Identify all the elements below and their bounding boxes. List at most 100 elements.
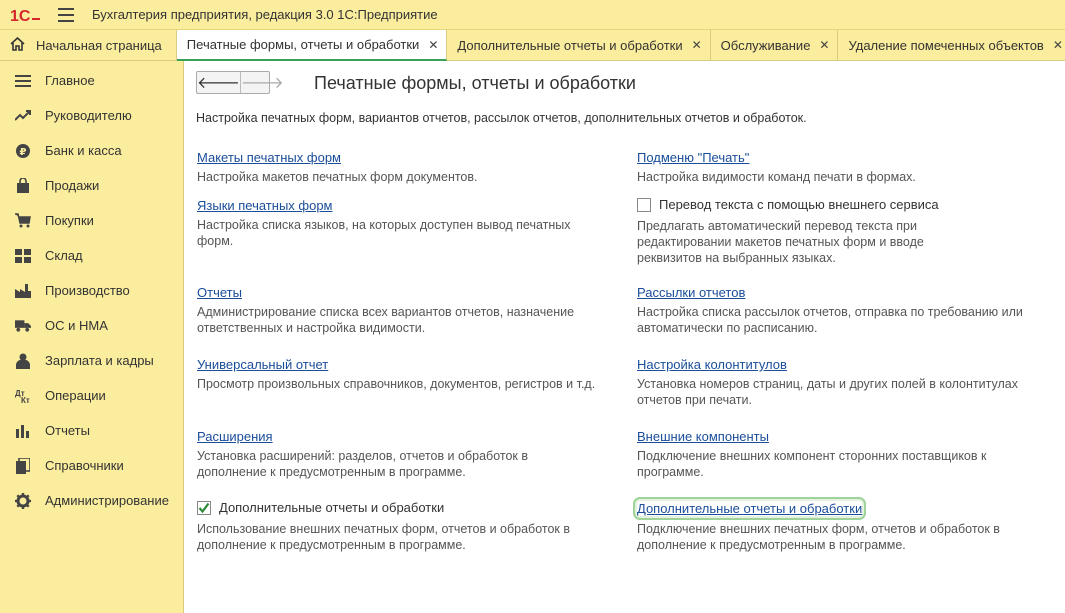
universal-report-link[interactable]: Универсальный отчет [197, 357, 328, 372]
print-languages-link[interactable]: Языки печатных форм [197, 198, 333, 213]
tab-home[interactable]: Начальная страница [0, 30, 177, 60]
1c-logo: 1С [10, 6, 44, 24]
sidebar: Главное Руководителю ₽ Банк и касса Прод… [0, 61, 184, 613]
reports-section: Отчеты Администрирование списка всех вар… [197, 285, 617, 336]
translation-checkbox-label[interactable]: Перевод текста с помощью внешнего сервис… [659, 197, 939, 212]
sidebar-item-operations[interactable]: Дт Кт Операции [0, 378, 183, 413]
sidebar-item-main[interactable]: Главное [0, 63, 183, 98]
print-submenu-section: Подменю "Печать" Настройка видимости ком… [637, 150, 1057, 185]
extensions-link[interactable]: Расширения [197, 429, 273, 444]
sidebar-item-references[interactable]: Справочники [0, 448, 183, 483]
sidebar-item-assets[interactable]: ОС и НМА [0, 308, 183, 343]
description-line: Использование внешних печатных форм, отч… [197, 522, 571, 536]
description-line: дополнение к предусмотренным в программе… [637, 538, 906, 552]
description-line: Установка расширений: разделов, отчетов … [197, 449, 528, 463]
tab-label: Дополнительные отчеты и обработки [457, 37, 683, 53]
sidebar-item-label: Справочники [45, 458, 124, 473]
ruble-coin-icon: ₽ [15, 143, 31, 159]
truck-icon [15, 318, 31, 334]
back-arrow-icon[interactable]: 🡐 [197, 72, 241, 93]
additional-reports-checkbox-label[interactable]: Дополнительные отчеты и обработки [219, 500, 444, 515]
home-icon [10, 36, 25, 54]
svg-text:1С: 1С [10, 8, 31, 23]
person-icon [15, 353, 31, 369]
description-line: Установка номеров страниц, даты и других… [637, 377, 1018, 391]
description-line: ответственных и настройка видимости. [197, 321, 426, 335]
print-submenu-description: Настройка видимости команд печати в форм… [637, 170, 916, 184]
description-line: Настройка списка языков, на которых дост… [197, 218, 571, 232]
sidebar-item-warehouse[interactable]: Склад [0, 238, 183, 273]
print-layouts-link[interactable]: Макеты печатных форм [197, 150, 341, 165]
additional-reports-usage-description: Использование внешних печатных форм, отч… [197, 521, 617, 553]
svg-text:₽: ₽ [20, 147, 27, 158]
sidebar-item-label: Продажи [45, 178, 100, 193]
universal-report-section: Универсальный отчет Просмотр произвольны… [197, 357, 617, 392]
tab-label: Печатные формы, отчеты и обработки [186, 37, 420, 52]
sidebar-item-label: Производство [45, 283, 130, 298]
sidebar-item-sales[interactable]: Продажи [0, 168, 183, 203]
mailings-link[interactable]: Рассылки отчетов [637, 285, 745, 300]
description-line: Подключение внешних печатных форм, отчет… [637, 522, 1000, 536]
forward-arrow-icon[interactable]: 🡒 [241, 72, 284, 93]
print-submenu-link[interactable]: Подменю "Печать" [637, 150, 749, 165]
tab-delete-marked[interactable]: Удаление помеченных объектов ✕ [838, 30, 1065, 60]
tab-print-forms[interactable]: Печатные формы, отчеты и обработки ✕ [176, 30, 448, 61]
sidebar-item-label: Склад [45, 248, 83, 263]
mailings-section: Рассылки отчетов Настройка списка рассыл… [637, 285, 1057, 336]
external-components-link[interactable]: Внешние компоненты [637, 429, 769, 444]
main-menu-icon[interactable] [58, 7, 74, 22]
close-icon[interactable]: ✕ [819, 38, 829, 52]
description-line: реквизитов на выбранных языках. [637, 251, 836, 265]
sidebar-item-admin[interactable]: Администрирование [0, 483, 183, 518]
description-line: редактировании макетов печатных форм и в… [637, 235, 924, 249]
sidebar-item-manager[interactable]: Руководителю [0, 98, 183, 133]
headers-footers-link[interactable]: Настройка колонтитулов [637, 357, 787, 372]
print-languages-description: Настройка списка языков, на которых дост… [197, 217, 617, 249]
additional-reports-section: Дополнительные отчеты и обработки Подклю… [632, 497, 1057, 553]
description-line: форм. [197, 234, 234, 248]
sidebar-item-label: Зарплата и кадры [45, 353, 154, 368]
tab-maintenance[interactable]: Обслуживание ✕ [711, 30, 839, 60]
sidebar-item-production[interactable]: Производство [0, 273, 183, 308]
app-title: Бухгалтерия предприятия, редакция 3.0 1С… [92, 7, 438, 22]
debit-credit-icon: Дт Кт [15, 388, 31, 404]
tab-additional-reports[interactable]: Дополнительные отчеты и обработки ✕ [447, 30, 711, 60]
sidebar-item-purchases[interactable]: Покупки [0, 203, 183, 238]
sidebar-item-bank[interactable]: ₽ Банк и касса [0, 133, 183, 168]
navigation-buttons: 🡐 🡒 [196, 71, 284, 94]
description-line: отчетов при печати. [637, 393, 752, 407]
translation-checkbox-row: Перевод текста с помощью внешнего сервис… [637, 197, 1057, 212]
description-line: программе. [637, 465, 704, 479]
additional-reports-description: Подключение внешних печатных форм, отчет… [637, 521, 1057, 553]
main-content: 🡐 🡒 Печатные формы, отчеты и обработки Н… [184, 61, 1065, 613]
extensions-section: Расширения Установка расширений: раздело… [197, 429, 617, 480]
tab-bar: Начальная страница Печатные формы, отчет… [0, 30, 1065, 61]
reports-link[interactable]: Отчеты [197, 285, 242, 300]
menu-lines-icon [15, 73, 31, 89]
external-components-description: Подключение внешних компонент сторонних … [637, 448, 1057, 480]
additional-reports-link[interactable]: Дополнительные отчеты и обработки [632, 497, 867, 520]
sidebar-item-salary[interactable]: Зарплата и кадры [0, 343, 183, 378]
additional-reports-checkbox-row: Дополнительные отчеты и обработки [197, 500, 617, 515]
close-icon[interactable]: ✕ [1053, 38, 1063, 52]
close-icon[interactable]: ✕ [692, 38, 702, 52]
sidebar-item-label: Главное [45, 73, 95, 88]
factory-icon [15, 283, 31, 299]
external-components-section: Внешние компоненты Подключение внешних к… [637, 429, 1057, 480]
universal-report-description: Просмотр произвольных справочников, доку… [197, 377, 596, 391]
sidebar-item-reports[interactable]: Отчеты [0, 413, 183, 448]
translation-checkbox[interactable] [637, 197, 651, 212]
books-icon [15, 457, 31, 474]
tab-label: Обслуживание [720, 37, 811, 53]
sidebar-item-label: Администрирование [45, 493, 169, 508]
page-description: Настройка печатных форм, вариантов отчет… [196, 111, 807, 125]
mailings-description: Настройка списка рассылок отчетов, отпра… [637, 304, 1057, 336]
tab-label: Начальная страница [36, 37, 162, 53]
trend-icon [15, 108, 31, 124]
sidebar-item-label: ОС и НМА [45, 318, 108, 333]
gear-icon [15, 492, 31, 509]
close-icon[interactable]: ✕ [428, 38, 438, 52]
translation-section: Перевод текста с помощью внешнего сервис… [637, 197, 1057, 266]
sidebar-item-label: Покупки [45, 213, 94, 228]
additional-reports-checkbox[interactable] [197, 500, 211, 515]
